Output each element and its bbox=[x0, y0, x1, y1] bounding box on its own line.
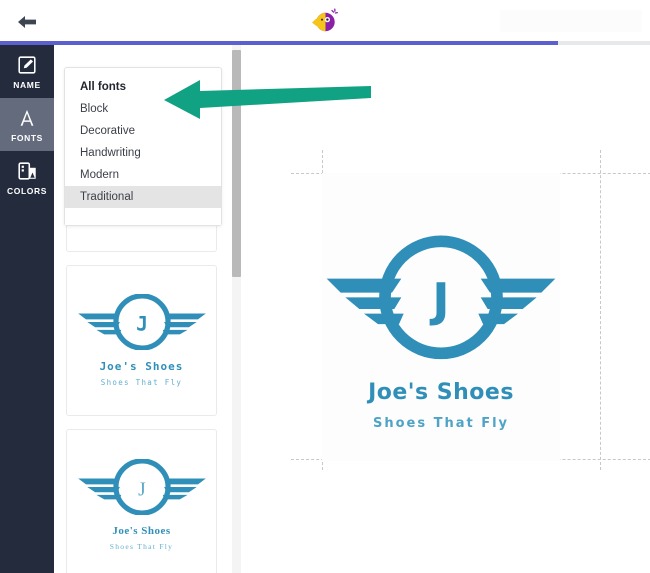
color-palette-icon bbox=[16, 160, 38, 182]
svg-text:J: J bbox=[429, 274, 449, 328]
logo-maker-app: NAME FONTS COLORS bbox=[0, 0, 650, 573]
winged-circle-emblem-icon: J bbox=[76, 459, 208, 520]
font-category-dropdown[interactable]: All fonts Block Decorative Handwriting M… bbox=[64, 67, 222, 226]
panel-scrollbar-thumb[interactable] bbox=[232, 50, 241, 277]
left-nav-rail: NAME FONTS COLORS bbox=[0, 45, 54, 573]
dropdown-footer bbox=[65, 208, 221, 225]
top-bar bbox=[0, 0, 650, 41]
sidebar-item-fonts[interactable]: FONTS bbox=[0, 98, 54, 151]
list-item-name: Joe's Shoes bbox=[112, 525, 170, 537]
logo-preview-name: Joe's Shoes bbox=[368, 380, 514, 405]
sidebar-item-colors[interactable]: COLORS bbox=[0, 151, 54, 204]
winged-circle-emblem-icon: J bbox=[76, 294, 208, 355]
list-item-name: Joe's Shoes bbox=[100, 360, 184, 373]
bird-logo-icon bbox=[310, 7, 340, 35]
crop-guide-right bbox=[600, 150, 601, 470]
winged-circle-emblem-icon: J bbox=[324, 225, 558, 370]
dropdown-option-traditional[interactable]: Traditional bbox=[65, 186, 221, 208]
dropdown-option-modern[interactable]: Modern bbox=[65, 164, 221, 186]
sidebar-item-name-label: NAME bbox=[13, 80, 40, 90]
logo-preview[interactable]: J Joe's Shoes Shoes That Fly bbox=[324, 225, 558, 465]
dropdown-option-handwriting[interactable]: Handwriting bbox=[65, 142, 221, 164]
svg-text:J: J bbox=[138, 479, 146, 500]
logo-preview-tagline: Shoes That Fly bbox=[373, 416, 509, 431]
list-item[interactable]: J Joe's Shoes Shoes That Fly bbox=[66, 429, 217, 573]
dropdown-option-block[interactable]: Block bbox=[65, 98, 221, 120]
dropdown-option-decorative[interactable]: Decorative bbox=[65, 120, 221, 142]
list-item-tagline: Shoes That Fly bbox=[101, 378, 182, 387]
list-item[interactable]: J Joe's Shoes Shoes That Fly bbox=[66, 265, 217, 416]
sidebar-item-name[interactable]: NAME bbox=[0, 45, 54, 98]
svg-text:J: J bbox=[136, 312, 148, 335]
sidebar-item-colors-label: COLORS bbox=[7, 186, 47, 196]
logo-preview-stage: J Joe's Shoes Shoes That Fly bbox=[241, 45, 650, 573]
logo-variants-panel: J Joe's Shoes Shoes That Fly bbox=[54, 45, 240, 573]
arrow-left-icon bbox=[16, 14, 38, 30]
list-item-tagline: Shoes That Fly bbox=[110, 542, 173, 551]
brand-logo[interactable] bbox=[310, 7, 340, 35]
sidebar-item-fonts-label: FONTS bbox=[11, 133, 43, 143]
dropdown-option-all-fonts[interactable]: All fonts bbox=[65, 76, 221, 98]
back-button[interactable] bbox=[12, 11, 42, 33]
pencil-square-icon bbox=[16, 54, 38, 76]
letter-a-icon bbox=[16, 107, 38, 129]
top-right-placeholder bbox=[500, 10, 642, 32]
